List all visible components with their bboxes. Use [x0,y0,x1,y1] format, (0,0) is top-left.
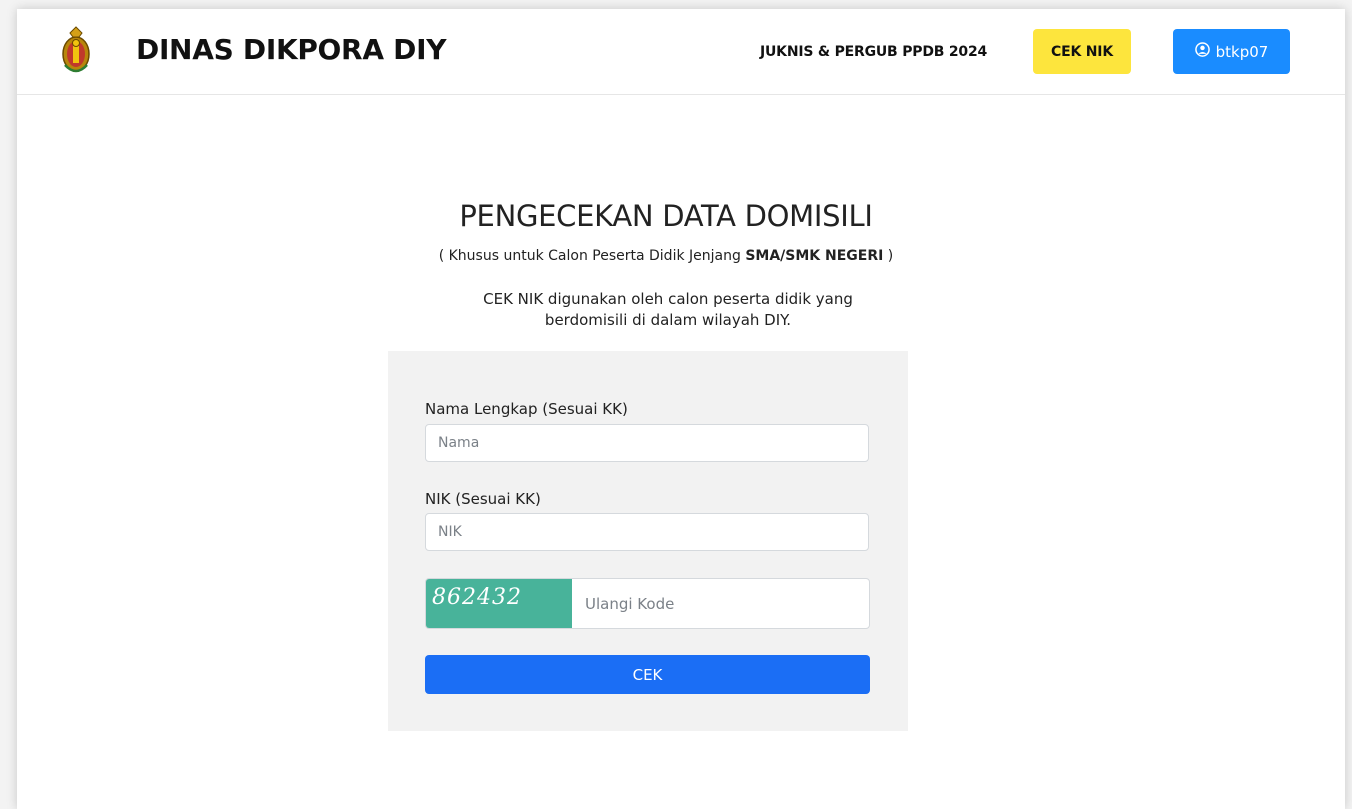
emblem-logo-icon[interactable] [61,25,91,79]
nik-label: NIK (Sesuai KK) [425,490,541,508]
subtitle-prefix: ( Khusus untuk Calon Peserta Didik Jenja… [438,248,746,264]
user-account-button[interactable]: btkp07 [1173,29,1290,74]
username-label: btkp07 [1215,42,1269,61]
name-input[interactable] [425,424,869,462]
check-form-card: Nama Lengkap (Sesuai KK) NIK (Sesuai KK)… [388,351,908,731]
page-title: PENGECEKAN DATA DOMISILI [459,199,873,233]
cek-nik-button[interactable]: CEK NIK [1033,29,1131,74]
subtitle-level: SMA/SMK NEGERI [745,248,884,264]
name-label: Nama Lengkap (Sesuai KK) [425,400,628,418]
brand-title[interactable]: DINAS DIKPORA DIY [136,33,446,66]
browser-window: DINAS DIKPORA DIY JUKNIS & PERGUB PPDB 2… [17,9,1345,809]
captcha-input[interactable] [572,579,869,628]
captcha-image: 862432 [426,579,572,628]
subtitle-suffix: ) [883,248,894,264]
captcha-group: 862432 [425,578,870,629]
user-circle-icon [1194,42,1210,61]
page-description: CEK NIK digunakan oleh calon peserta did… [483,290,853,329]
page-subtitle: ( Khusus untuk Calon Peserta Didik Jenja… [17,248,1315,264]
cek-submit-button[interactable]: CEK [425,655,870,694]
nik-input[interactable] [425,513,869,551]
juknis-link[interactable]: JUKNIS & PERGUB PPDB 2024 [760,44,987,60]
navbar: DINAS DIKPORA DIY JUKNIS & PERGUB PPDB 2… [17,9,1345,95]
